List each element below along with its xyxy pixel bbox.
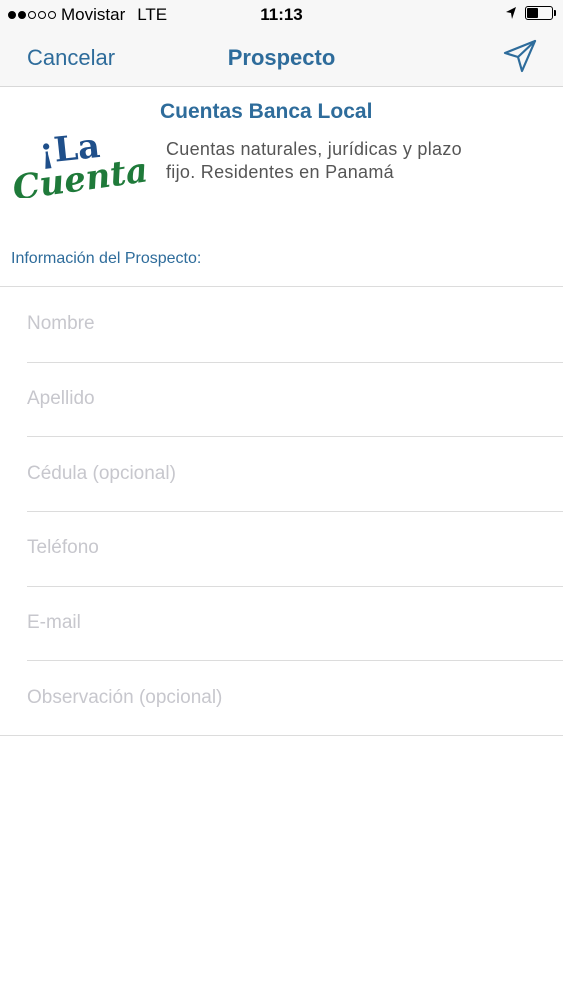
battery-level-fill bbox=[527, 8, 538, 18]
product-title: Cuentas Banca Local bbox=[160, 100, 373, 123]
page-title: Prospecto bbox=[227, 45, 336, 70]
email-field[interactable] bbox=[27, 585, 547, 661]
battery-icon bbox=[525, 6, 556, 20]
apellido-field[interactable] bbox=[27, 361, 547, 437]
location-arrow-icon bbox=[506, 7, 516, 19]
observacion-field[interactable] bbox=[27, 660, 547, 736]
la-cuenta-logo: ¡La Cuenta! bbox=[10, 128, 150, 198]
product-header: ¡La Cuenta! Cuentas Banca Local Cuentas … bbox=[0, 88, 563, 228]
prospect-form bbox=[0, 286, 563, 737]
status-time: 11:13 bbox=[260, 5, 303, 24]
section-header: Información del Prospecto: bbox=[11, 250, 202, 267]
status-right bbox=[505, 6, 556, 20]
paper-plane-icon bbox=[503, 39, 537, 73]
status-bar: Movistar LTE 11:13 bbox=[0, 0, 563, 30]
form-row-email bbox=[0, 585, 563, 661]
navigation-bar: Cancelar Prospecto bbox=[0, 30, 563, 87]
form-row-telefono bbox=[0, 511, 563, 586]
form-row-cedula bbox=[0, 436, 563, 512]
telefono-field[interactable] bbox=[27, 511, 547, 586]
nombre-field[interactable] bbox=[27, 287, 547, 362]
send-button[interactable] bbox=[502, 38, 538, 79]
form-row-observacion bbox=[0, 660, 563, 736]
cedula-field[interactable] bbox=[27, 436, 547, 512]
product-description: Cuentas naturales, jurídicas y plazo fij… bbox=[166, 139, 462, 182]
form-row-apellido bbox=[0, 361, 563, 437]
form-row-nombre bbox=[0, 287, 563, 362]
